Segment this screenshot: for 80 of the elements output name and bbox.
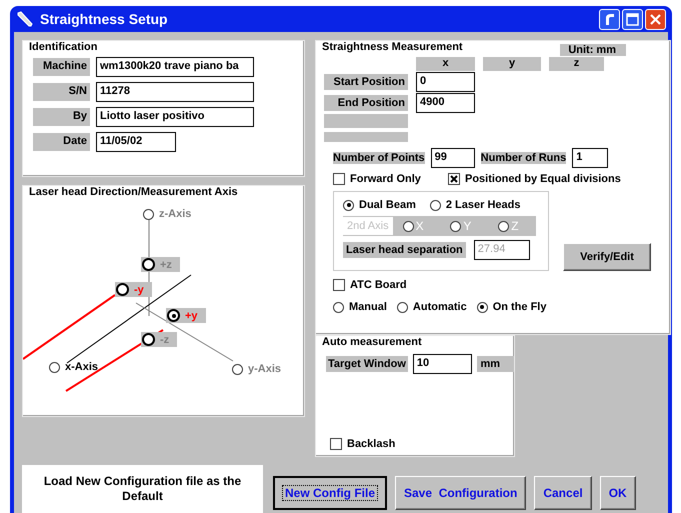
check-mark-icon: [450, 175, 458, 183]
radio-button[interactable]: [333, 302, 344, 312]
option-label: x-Axis: [65, 361, 98, 373]
column-header: x: [416, 57, 475, 71]
option-label: +z: [160, 258, 172, 270]
panel-title: Identification: [28, 41, 98, 53]
field-label: Target Window: [326, 356, 408, 372]
panel-title: Straightness Measurement: [321, 41, 464, 53]
dialog-button[interactable]: Cancel: [534, 476, 592, 510]
close-button[interactable]: [645, 8, 666, 30]
verify-button[interactable]: Verify/Edit: [563, 243, 651, 271]
radio-label: Y: [463, 219, 472, 233]
radio-button[interactable]: [116, 283, 129, 296]
checkbox-label: Forward Only: [350, 173, 421, 185]
field-label: Laser head separation: [343, 242, 466, 258]
field-label: Number of Runs: [480, 152, 566, 164]
radio-label: X: [416, 219, 424, 233]
radio-button[interactable]: [396, 302, 408, 312]
field-label: 2nd Axis: [343, 217, 393, 235]
field-label: S/N: [33, 83, 90, 101]
maximize-icon: [626, 12, 639, 26]
radio-button[interactable]: [476, 302, 488, 312]
radio-label: Automatic: [412, 301, 467, 313]
option-label: +y: [185, 310, 198, 322]
hook-icon: [603, 12, 616, 26]
column-header: y: [483, 57, 541, 71]
pencil-icon: [16, 10, 34, 28]
option-label: -z: [160, 334, 170, 346]
input-field[interactable]: 11278: [96, 82, 254, 102]
input-field[interactable]: 11/05/02: [96, 132, 176, 152]
input-field[interactable]: Liotto laser positivo: [96, 107, 254, 127]
radio-button[interactable]: [49, 362, 60, 372]
window-title: Straightness Setup: [40, 11, 169, 27]
option-label: y-Axis: [248, 363, 282, 375]
radio-button[interactable]: [498, 220, 510, 232]
option-label: -y: [134, 284, 144, 296]
checkbox[interactable]: [333, 279, 345, 291]
checkbox[interactable]: [448, 173, 460, 185]
field-label: Machine: [33, 58, 90, 76]
radio-label: Z: [511, 219, 519, 233]
checkbox-label: Backlash: [347, 438, 396, 450]
input-field[interactable]: 10: [412, 354, 472, 374]
input-field[interactable]: wm1300k20 trave piano ba: [96, 57, 254, 77]
radio-label: Dual Beam: [359, 199, 416, 211]
input-field[interactable]: 1: [572, 148, 608, 168]
unit-label: Unit: mm: [560, 44, 626, 56]
help-button[interactable]: [599, 8, 620, 30]
option-label: z-Axis: [159, 208, 192, 220]
note-text: Load New Configuration file as the Default: [22, 465, 263, 513]
field-label: End Position: [324, 95, 408, 111]
radio-button[interactable]: [343, 200, 354, 210]
radio-button[interactable]: [142, 333, 155, 346]
field-label: Date: [33, 133, 90, 151]
field-label: Start Position: [324, 74, 408, 90]
dialog-button[interactable]: Save Configuration: [395, 476, 526, 510]
input-field[interactable]: 4900: [416, 93, 475, 113]
radio-label: Manual: [349, 301, 387, 313]
radio-label: On the Fly: [492, 301, 546, 313]
panel-title: Auto measurement: [321, 336, 423, 348]
radio-button[interactable]: [450, 220, 462, 232]
dialog-button[interactable]: OK: [600, 476, 636, 510]
column-header: z: [549, 57, 604, 71]
checkbox-label: Positioned by Equal divisions: [465, 173, 621, 185]
radio-button[interactable]: [430, 200, 441, 210]
radio-button[interactable]: [142, 258, 155, 271]
panel-title: Laser head Direction/Measurement Axis: [28, 186, 239, 198]
field-label: Number of Points: [333, 152, 425, 164]
radio-button[interactable]: [167, 309, 180, 322]
checkbox[interactable]: [330, 438, 342, 450]
input-field[interactable]: 0: [416, 72, 475, 92]
radio-label: 2 Laser Heads: [446, 199, 520, 211]
input-field[interactable]: 99: [430, 148, 475, 168]
radio-button[interactable]: [402, 220, 414, 232]
unit-label: mm: [477, 356, 514, 372]
checkbox-label: ATC Board: [350, 279, 407, 291]
maximize-button[interactable]: [622, 8, 643, 30]
field-label: By: [33, 108, 90, 126]
checkbox[interactable]: [333, 173, 345, 185]
dialog-button[interactable]: New Config File: [273, 476, 387, 510]
close-icon: [649, 12, 662, 26]
